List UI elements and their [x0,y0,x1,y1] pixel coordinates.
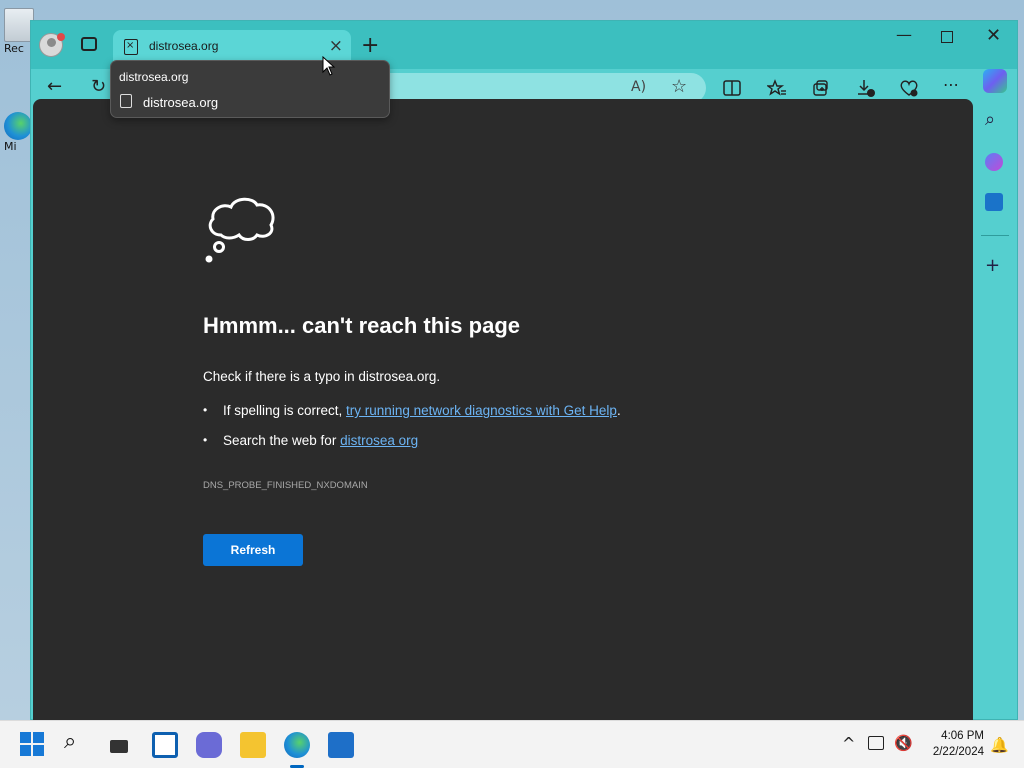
clock-time: 4:06 PM [941,730,984,742]
tab-title: distrosea.org [149,39,219,53]
collections-icon[interactable] [811,79,829,97]
downloads-icon[interactable] [856,78,876,98]
tab-close-button[interactable]: × [329,36,343,56]
show-hidden-icons-chevron-icon[interactable]: ^ [842,734,855,753]
refresh-button[interactable]: Refresh [203,534,303,566]
suggestion-text: . [616,403,621,418]
error-title: Hmmm... can't reach this page [203,313,520,338]
page-error-favicon-icon [124,39,138,55]
hover-card-title: distrosea.org [119,70,189,84]
outlook-icon[interactable] [985,193,1003,211]
thought-cloud-icon [205,197,275,263]
network-diagnostics-link[interactable]: try running network diagnostics with Get… [346,403,617,418]
edge-sidebar: ⌕ + [973,69,1017,719]
suggestion-diagnostics: If spelling is correct, try running netw… [203,403,621,418]
sidebar-divider [981,235,1009,236]
volume-muted-icon[interactable]: 🔇 [894,734,913,752]
suggestion-text: Search the web for [223,433,341,448]
suggestion-list: If spelling is correct, try running netw… [203,403,621,463]
store-icon[interactable] [328,732,354,758]
task-view-glyph [110,740,128,753]
windows-logo-pane [20,732,31,743]
windows-logo-pane [33,745,44,756]
favorites-icon[interactable] [767,79,787,97]
suggestion-search: Search the web for distrosea org [203,433,621,448]
task-view-icon[interactable] [108,732,134,758]
browser-essentials-icon[interactable] [899,78,919,98]
suggestion-text: If spelling is correct, [223,403,347,418]
system-clock[interactable]: 4:06 PM 2/22/2024 [918,728,984,760]
file-explorer-icon[interactable] [240,732,266,758]
windows-logo-pane [33,732,44,743]
desktop-icon-label: Mi [4,140,17,153]
clock-date: 2/22/2024 [932,746,984,758]
widgets-icon[interactable] [152,732,178,758]
search-icon[interactable]: ⌕ [985,109,995,130]
back-button[interactable]: ← [47,76,62,97]
close-window-button[interactable]: ✕ [986,25,1001,46]
read-aloud-icon[interactable]: A) [631,79,646,95]
split-screen-icon[interactable] [723,79,741,97]
taskbar-search-icon[interactable]: ⌕ [64,729,90,755]
start-button[interactable] [20,732,46,758]
error-hint: Check if there is a typo in distrosea.or… [203,369,441,384]
browser-window: distrosea.org × + — ✕ ← ↻ A) ☆ ⋯ ⌕ + [30,20,1018,721]
copilot-icon[interactable] [983,69,1007,93]
mouse-cursor-icon [322,56,336,76]
desktop-icon-label: Rec [4,42,24,55]
minimize-button[interactable]: — [896,25,912,44]
profile-notification-dot [57,33,65,41]
network-icon[interactable] [868,736,884,750]
hover-card-url: distrosea.org [143,95,219,110]
chat-icon[interactable] [196,732,222,758]
sidebar-app-icon[interactable] [985,153,1003,171]
error-code: DNS_PROBE_FINISHED_NXDOMAIN [203,480,368,491]
edge-icon [4,112,32,140]
reload-button[interactable]: ↻ [91,76,106,97]
edge-taskbar-icon[interactable] [284,732,310,758]
page-error-favicon-icon [120,94,132,108]
taskbar: ⌕ ^ 🔇 4:06 PM 2/22/2024 🔔 [0,720,1024,768]
search-web-link[interactable]: distrosea org [340,433,418,448]
more-options-icon[interactable]: ⋯ [943,75,959,94]
error-page: Hmmm... can't reach this page Check if t… [33,99,973,721]
maximize-button[interactable] [941,31,953,43]
notification-bell-icon[interactable]: 🔔 [990,736,1009,754]
add-sidebar-app-button[interactable]: + [985,255,1000,276]
tab-hover-card: distrosea.org distrosea.org [110,60,390,118]
new-tab-button[interactable]: + [361,33,379,58]
windows-logo-pane [20,745,31,756]
tab-actions-icon[interactable] [81,37,97,51]
favorite-star-icon[interactable]: ☆ [671,76,687,97]
